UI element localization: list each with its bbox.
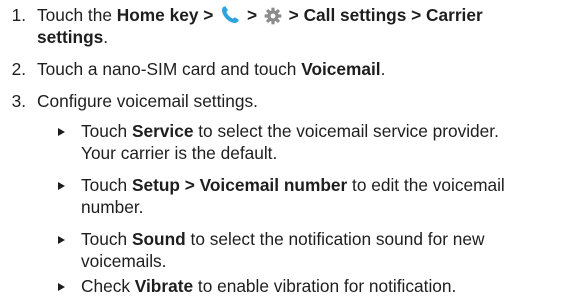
step-text: Touch a nano-SIM card and touch Voicemai… xyxy=(37,59,386,79)
gear-icon xyxy=(264,7,282,30)
substep-text: Touch Setup > Voicemail number to edit t… xyxy=(81,175,505,217)
voicemail-label: Voicemail xyxy=(301,59,381,79)
step-number: 1. xyxy=(11,5,26,25)
step-text: Touch the Home key > > > Call settings >… xyxy=(37,5,483,47)
substep-text: Touch Sound to select the notification s… xyxy=(81,229,485,271)
substep-text: Touch Service to select the voicemail se… xyxy=(81,121,499,163)
step-text: Configure voicemail settings. xyxy=(37,91,258,111)
triangle-bullet-icon xyxy=(58,283,65,291)
triangle-bullet-icon xyxy=(58,128,65,136)
triangle-bullet-icon xyxy=(58,182,65,190)
phone-icon xyxy=(220,5,240,30)
step-number: 2. xyxy=(11,59,26,79)
home-key-label: Home xyxy=(116,5,165,25)
substep-text: Check Vibrate to enable vibration for no… xyxy=(81,276,457,296)
instruction-document: 1. Touch the Home key > > > Call setting… xyxy=(0,0,568,298)
triangle-bullet-icon xyxy=(58,236,65,244)
step-number: 3. xyxy=(11,91,26,111)
